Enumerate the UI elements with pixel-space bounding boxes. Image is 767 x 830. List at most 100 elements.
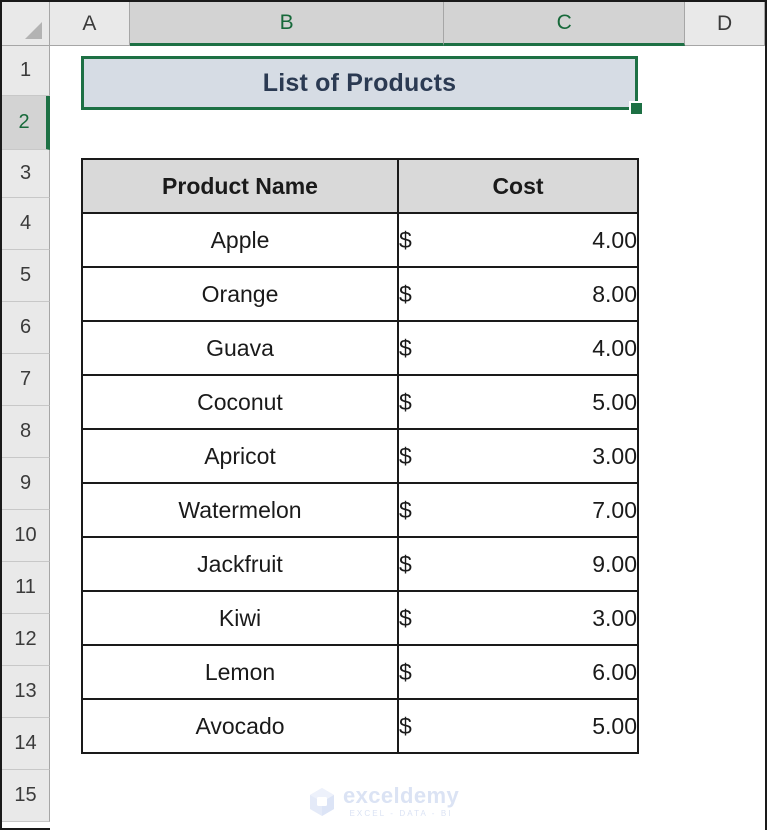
cost-accounting-format: $9.00 <box>399 551 637 578</box>
select-all-button[interactable] <box>2 2 50 46</box>
cell-cost[interactable]: $3.00 <box>397 428 639 484</box>
table-row: Apricot $3.00 <box>81 428 639 484</box>
product-table: Product Name Cost Apple $4.00 Orange $8.00 G… <box>81 158 639 754</box>
row-header-1[interactable]: 1 <box>2 46 50 96</box>
currency-symbol: $ <box>399 334 412 361</box>
column-header-product-name[interactable]: Product Name <box>81 158 399 214</box>
row-header-13[interactable]: 13 <box>2 666 50 718</box>
currency-symbol: $ <box>399 226 412 253</box>
cost-value: 7.00 <box>592 496 637 523</box>
row-header-label: 8 <box>19 420 32 442</box>
row-header-3[interactable]: 3 <box>2 150 50 198</box>
cost-accounting-format: $4.00 <box>399 227 637 254</box>
cell-cost[interactable]: $7.00 <box>397 482 639 538</box>
cost-accounting-format: $8.00 <box>399 281 637 308</box>
row-header-label: 5 <box>19 264 32 286</box>
row-header-8[interactable]: 8 <box>2 406 50 458</box>
cost-value: 9.00 <box>592 550 637 577</box>
cell-cost[interactable]: $6.00 <box>397 644 639 700</box>
currency-symbol: $ <box>399 388 412 415</box>
currency-symbol: $ <box>399 604 412 631</box>
column-header-label: C <box>556 10 572 34</box>
cell-cost[interactable]: $4.00 <box>397 212 639 268</box>
currency-symbol: $ <box>399 550 412 577</box>
table-row: Coconut $5.00 <box>81 374 639 430</box>
table-row: Watermelon $7.00 <box>81 482 639 538</box>
table-header: Product Name Cost <box>81 158 639 214</box>
spreadsheet-window: ABCD 1 2 3 4 5 6 7 8 9 10 11 12 13 14 15 List of Produ… <box>0 0 767 830</box>
column-header-label: A <box>82 11 97 35</box>
row-header-label: 15 <box>14 784 37 806</box>
row-header-label: 2 <box>18 111 30 133</box>
currency-symbol: $ <box>399 280 412 307</box>
column-header-a[interactable]: A <box>49 2 130 46</box>
column-header-c[interactable]: C <box>444 2 686 46</box>
row-header-12[interactable]: 12 <box>2 614 50 666</box>
row-header-label: 14 <box>14 732 37 754</box>
currency-symbol: $ <box>399 658 412 685</box>
cell-product-name[interactable]: Avocado <box>81 698 399 754</box>
column-header-b[interactable]: B <box>129 2 445 46</box>
cost-accounting-format: $3.00 <box>399 443 637 470</box>
cell-product-name[interactable]: Lemon <box>81 644 399 700</box>
cell-cost[interactable]: $3.00 <box>397 590 639 646</box>
column-header-d[interactable]: D <box>685 2 765 46</box>
row-header-label: 11 <box>15 576 36 598</box>
table-row: Guava $4.00 <box>81 320 639 376</box>
row-header-label: 6 <box>19 316 32 338</box>
row-header-14[interactable]: 14 <box>2 718 50 770</box>
table-row: Avocado $5.00 <box>81 698 639 754</box>
cost-value: 5.00 <box>592 388 637 415</box>
row-header-5[interactable]: 5 <box>2 250 50 302</box>
column-header-label: D <box>716 11 733 35</box>
row-header-15[interactable]: 15 <box>2 770 50 822</box>
cell-product-name[interactable]: Jackfruit <box>81 536 399 592</box>
column-header-cost[interactable]: Cost <box>397 158 639 214</box>
cost-accounting-format: $3.00 <box>399 605 637 632</box>
table-header-row: Product Name Cost <box>81 158 639 214</box>
cost-accounting-format: $7.00 <box>399 497 637 524</box>
merged-title-cell[interactable]: List of Products <box>81 56 644 116</box>
cell-cost[interactable]: $8.00 <box>397 266 639 322</box>
column-header-row: A B C D <box>2 2 765 46</box>
cost-value: 4.00 <box>592 226 637 253</box>
row-header-7[interactable]: 7 <box>2 354 50 406</box>
cell-product-name[interactable]: Apple <box>81 212 399 268</box>
table-row: Kiwi $3.00 <box>81 590 639 646</box>
cost-accounting-format: $5.00 <box>399 389 637 416</box>
row-header-label: 4 <box>19 212 32 234</box>
row-header-label: 12 <box>14 628 37 650</box>
cell-cost[interactable]: $4.00 <box>397 320 639 376</box>
fill-handle[interactable] <box>629 101 644 116</box>
cell-product-name[interactable]: Watermelon <box>81 482 399 538</box>
row-header-6[interactable]: 6 <box>2 302 50 354</box>
cell-cost[interactable]: $5.00 <box>397 374 639 430</box>
cell-product-name[interactable]: Orange <box>81 266 399 322</box>
cell-cost[interactable]: $5.00 <box>397 698 639 754</box>
row-header-label: 13 <box>14 680 37 702</box>
row-header-9[interactable]: 9 <box>2 458 50 510</box>
cost-value: 6.00 <box>592 658 637 685</box>
cost-accounting-format: $6.00 <box>399 659 637 686</box>
cost-value: 8.00 <box>592 280 637 307</box>
cost-accounting-format: $4.00 <box>399 335 637 362</box>
column-header-label: B <box>279 10 294 34</box>
row-header-4[interactable]: 4 <box>2 198 50 250</box>
table-row: Apple $4.00 <box>81 212 639 268</box>
select-all-triangle-icon <box>24 22 42 39</box>
cost-value: 3.00 <box>592 604 637 631</box>
row-header-label: 7 <box>19 368 32 390</box>
row-header-11[interactable]: 11 <box>2 562 50 614</box>
cell-product-name[interactable]: Kiwi <box>81 590 399 646</box>
table-body: Apple $4.00 Orange $8.00 Guava $4.00 Coconut $5… <box>81 212 639 754</box>
currency-symbol: $ <box>399 442 412 469</box>
cost-value: 3.00 <box>592 442 637 469</box>
cell-product-name[interactable]: Apricot <box>81 428 399 484</box>
cell-product-name[interactable]: Guava <box>81 320 399 376</box>
cell-cost[interactable]: $9.00 <box>397 536 639 592</box>
row-header-10[interactable]: 10 <box>2 510 50 562</box>
cell-product-name[interactable]: Coconut <box>81 374 399 430</box>
row-header-2[interactable]: 2 <box>2 96 50 150</box>
row-header-label: 1 <box>19 59 32 81</box>
cost-accounting-format: $5.00 <box>399 713 637 740</box>
